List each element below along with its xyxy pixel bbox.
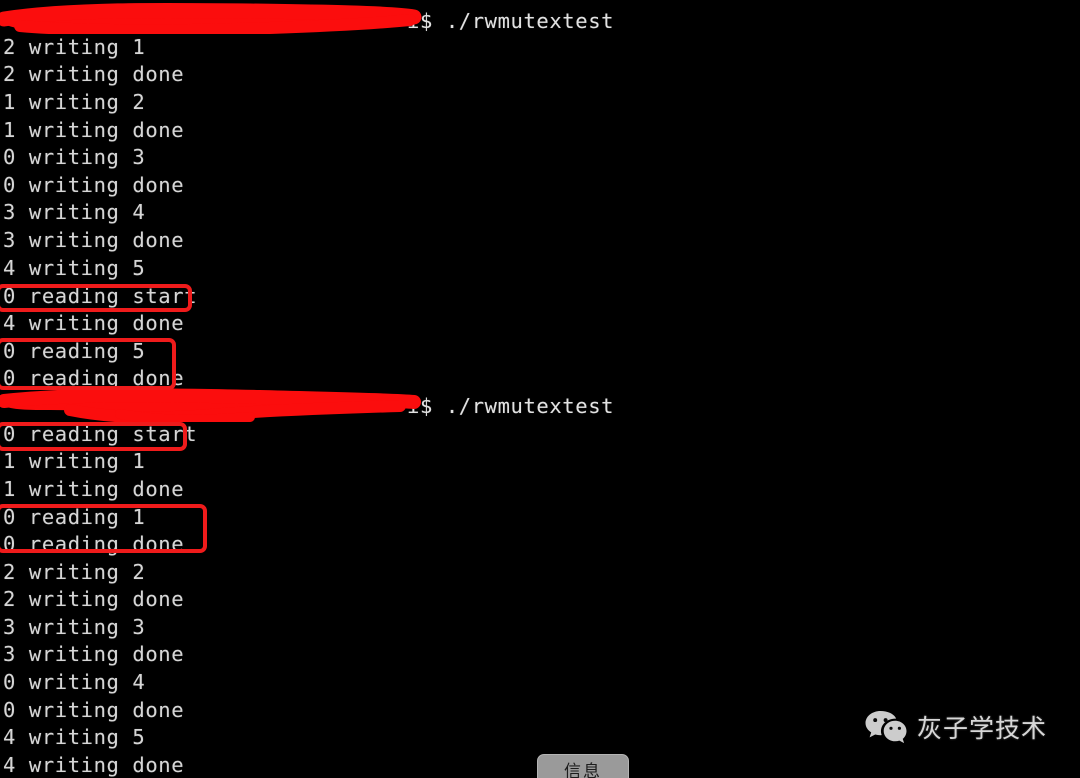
terminal-line: 2 writing 2 — [3, 560, 146, 584]
terminal-line: 4 writing 5 — [3, 725, 146, 749]
terminal-line: 0 writing done — [3, 173, 185, 197]
terminal-line: 0 writing done — [3, 698, 185, 722]
terminal-line: 3 writing done — [3, 228, 185, 252]
annotation-box-reading-start-1 — [0, 284, 192, 312]
annotation-box-reading-pair-2 — [0, 504, 207, 553]
annotation-box-reading-start-2 — [0, 422, 187, 451]
terminal-command-1: i$ ./rwmutextest — [407, 9, 615, 33]
terminal-prompt-line-2: i$ ./rwmutextest — [3, 393, 614, 421]
terminal-line: 0 writing 3 — [3, 145, 146, 169]
terminal-line: 3 writing 3 — [3, 615, 146, 639]
info-button[interactable]: 信息 — [537, 754, 629, 778]
terminal-line: 2 writing done — [3, 62, 185, 86]
wechat-icon — [864, 709, 908, 745]
terminal-line: 3 writing done — [3, 642, 185, 666]
terminal-line: 3 writing 4 — [3, 200, 146, 224]
terminal-screenshot: i$ ./rwmutextest 2 writing 1 2 writing d… — [0, 0, 1080, 778]
terminal-command-2: i$ ./rwmutextest — [407, 394, 615, 418]
watermark: 灰子学技术 — [864, 709, 1047, 745]
annotation-box-reading-pair-1 — [0, 338, 176, 390]
terminal-line: 4 writing done — [3, 753, 185, 777]
terminal-line: 1 writing done — [3, 118, 185, 142]
terminal-line: 2 writing 1 — [3, 35, 146, 59]
terminal-line: 4 writing 5 — [3, 256, 146, 280]
terminal-prompt-line-1: i$ ./rwmutextest — [3, 8, 614, 36]
terminal-line: 1 writing 2 — [3, 90, 146, 114]
terminal-line: 0 writing 4 — [3, 670, 146, 694]
terminal-line: 4 writing done — [3, 311, 185, 335]
terminal-line: 2 writing done — [3, 587, 185, 611]
terminal-line: 1 writing done — [3, 477, 185, 501]
watermark-text: 灰子学技术 — [917, 714, 1048, 743]
terminal-line: 1 writing 1 — [3, 449, 146, 473]
